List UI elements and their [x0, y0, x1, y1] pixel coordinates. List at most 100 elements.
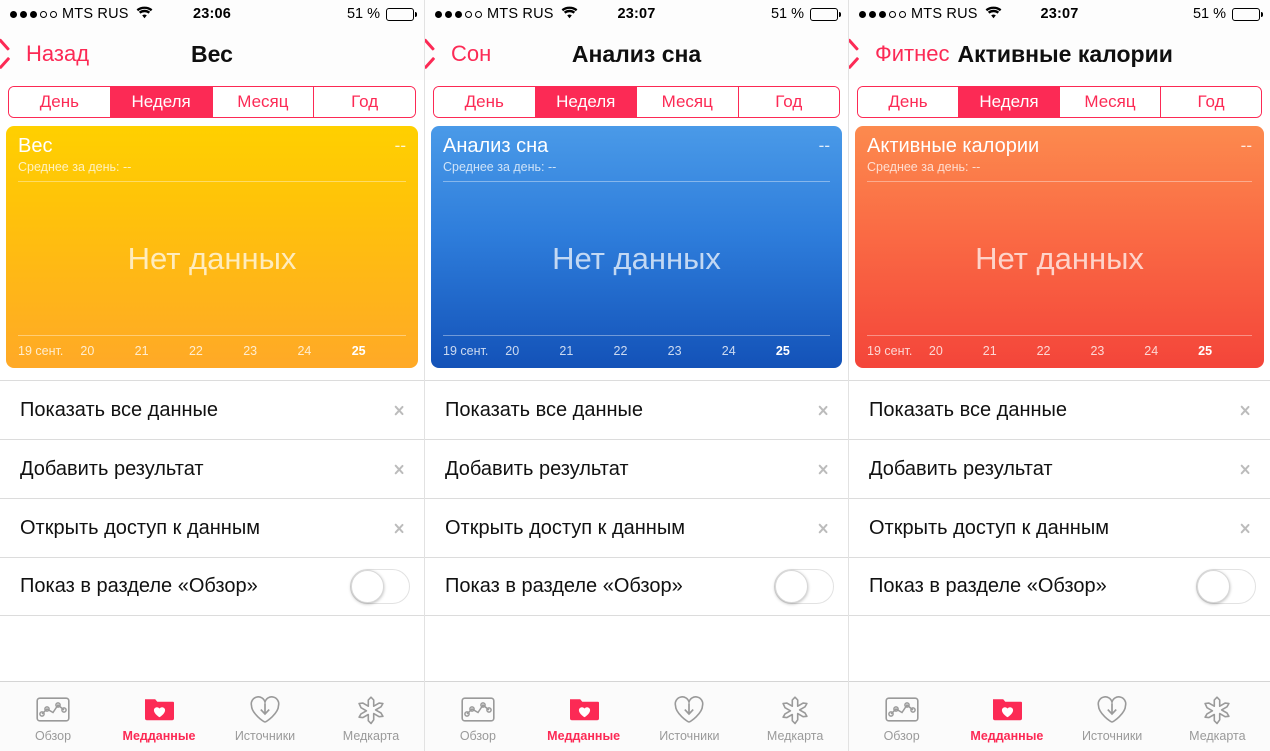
segment-day[interactable]: День: [858, 87, 959, 117]
chevron-right-icon: [819, 401, 830, 419]
chart-card-subtitle: Среднее за день: --: [867, 160, 981, 174]
list-item-share-data[interactable]: Открыть доступ к данным: [0, 498, 424, 557]
axis-tick: 22: [1036, 344, 1051, 358]
chart-overview-icon: [34, 695, 72, 725]
range-segmented-control[interactable]: День Неделя Месяц Год: [857, 86, 1262, 118]
tab-medical-id[interactable]: Медкарта: [1165, 682, 1270, 751]
list-item-show-all-data[interactable]: Показать все данные: [0, 380, 424, 439]
status-bar-right: 51 %: [1193, 6, 1263, 22]
chevron-right-icon: [395, 519, 406, 537]
back-button[interactable]: Назад: [8, 41, 89, 67]
tab-sources[interactable]: Источники: [637, 682, 743, 751]
navigation-bar: Назад Вес: [0, 28, 424, 80]
segment-week[interactable]: Неделя: [959, 87, 1060, 117]
segment-month[interactable]: Месяц: [212, 87, 315, 117]
list-item-show-all-data[interactable]: Показать все данные: [425, 380, 848, 439]
chart-card-subtitle: Среднее за день: --: [443, 160, 557, 174]
segment-month[interactable]: Месяц: [1060, 87, 1161, 117]
tab-health-data[interactable]: Медданные: [531, 682, 637, 751]
list-item-add-result[interactable]: Добавить результат: [425, 439, 848, 498]
show-in-dashboard-toggle[interactable]: [774, 569, 834, 604]
tab-sources[interactable]: Источники: [212, 682, 318, 751]
axis-tick: 19 сент.: [867, 344, 913, 358]
navigation-bar: Фитнес Активные калории: [849, 28, 1270, 80]
chart-overview-icon: [459, 695, 497, 725]
tab-bar: Обзор Медданные Источники Медкарта: [0, 681, 424, 751]
list-item-add-result[interactable]: Добавить результат: [849, 439, 1270, 498]
list-item-show-in-dashboard[interactable]: Показ в разделе «Обзор»: [425, 557, 848, 616]
tab-health-data[interactable]: Медданные: [954, 682, 1059, 751]
segment-week[interactable]: Неделя: [535, 87, 637, 117]
segmented-control-container: День Неделя Месяц Год: [425, 80, 848, 126]
tab-label: Медданные: [122, 728, 196, 743]
axis-tick: 24: [721, 344, 736, 358]
tab-medical-id[interactable]: Медкарта: [742, 682, 848, 751]
back-button[interactable]: Сон: [433, 41, 491, 67]
list-item-share-data[interactable]: Открыть доступ к данным: [425, 498, 848, 557]
list-item-show-all-data[interactable]: Показать все данные: [849, 380, 1270, 439]
range-segmented-control[interactable]: День Неделя Месяц Год: [433, 86, 840, 118]
chart-bottom-rule: [867, 335, 1252, 336]
segment-year[interactable]: Год: [314, 87, 415, 117]
status-bar: MTS RUS 23:07 51 %: [425, 0, 848, 28]
back-button[interactable]: Фитнес: [857, 41, 949, 67]
range-segmented-control[interactable]: День Неделя Месяц Год: [8, 86, 416, 118]
axis-tick: 23: [667, 344, 682, 358]
tab-medical-id[interactable]: Медкарта: [318, 682, 424, 751]
list-item-show-in-dashboard[interactable]: Показ в разделе «Обзор»: [849, 557, 1270, 616]
segment-day[interactable]: День: [9, 87, 111, 117]
axis-tick: 22: [188, 344, 203, 358]
page-title: Активные калории: [957, 40, 1173, 67]
tab-label: Обзор: [459, 728, 496, 743]
chart-card[interactable]: Анализ сна Среднее за день: -- -- Нет да…: [431, 126, 842, 368]
tab-label: Медкарта: [766, 728, 824, 743]
tab-label: Обзор: [883, 728, 920, 743]
chart-empty-message: Нет данных: [552, 240, 721, 276]
segment-year[interactable]: Год: [1161, 87, 1261, 117]
chart-card-value: --: [394, 136, 406, 155]
axis-tick: 25: [1198, 344, 1213, 358]
folder-heart-icon: [565, 695, 603, 725]
toggle-knob: [351, 570, 384, 603]
status-bar-right: 51 %: [346, 6, 417, 22]
list-item-share-data[interactable]: Открыть доступ к данным: [849, 498, 1270, 557]
chart-card-title: Анализ сна: [443, 135, 549, 157]
segment-week[interactable]: Неделя: [110, 87, 213, 117]
chevron-right-icon: [1241, 519, 1252, 537]
chevron-left-icon: [433, 44, 445, 64]
battery-percent-label: 51 %: [346, 6, 380, 22]
back-button-label: Фитнес: [875, 41, 950, 66]
chart-plot-area: Нет данных: [18, 182, 406, 335]
tab-label: Медкарта: [1189, 728, 1246, 743]
tab-health-data[interactable]: Медданные: [106, 682, 212, 751]
options-list: Показать все данные Добавить результат О…: [425, 380, 848, 616]
segment-month[interactable]: Месяц: [637, 87, 739, 117]
chart-bottom-rule: [18, 335, 406, 336]
chart-card[interactable]: Вес Среднее за день: -- -- Нет данных 19…: [6, 126, 418, 368]
list-item-add-result[interactable]: Добавить результат: [0, 439, 424, 498]
tab-overview[interactable]: Обзор: [425, 682, 531, 751]
chevron-right-icon: [395, 460, 406, 478]
tab-overview[interactable]: Обзор: [849, 682, 954, 751]
back-button-label: Назад: [26, 41, 90, 66]
status-bar: MTS RUS 23:07 51 %: [849, 0, 1270, 28]
chart-card[interactable]: Активные калории Среднее за день: -- -- …: [855, 126, 1264, 368]
axis-tick: 19 сент.: [18, 344, 64, 358]
navigation-bar: Сон Анализ сна: [425, 28, 848, 80]
chart-x-axis: 19 сент. 20 21 22 23 24 25: [867, 344, 1252, 360]
chart-card-container: Вес Среднее за день: -- -- Нет данных 19…: [0, 126, 424, 368]
tab-sources[interactable]: Источники: [1060, 682, 1165, 751]
status-bar-right: 51 %: [771, 6, 841, 22]
show-in-dashboard-toggle[interactable]: [350, 569, 410, 604]
tab-overview[interactable]: Обзор: [0, 682, 106, 751]
tab-label: Медданные: [547, 728, 621, 743]
list-item-label: Открыть доступ к данным: [20, 516, 260, 539]
list-item-label: Показ в разделе «Обзор»: [20, 575, 258, 597]
show-in-dashboard-toggle[interactable]: [1196, 569, 1256, 604]
segment-year[interactable]: Год: [738, 87, 839, 117]
options-list: Показать все данные Добавить результат О…: [0, 380, 424, 616]
chevron-right-icon: [819, 519, 830, 537]
toggle-knob: [775, 570, 808, 603]
list-item-show-in-dashboard[interactable]: Показ в разделе «Обзор»: [0, 557, 424, 616]
segment-day[interactable]: День: [434, 87, 536, 117]
